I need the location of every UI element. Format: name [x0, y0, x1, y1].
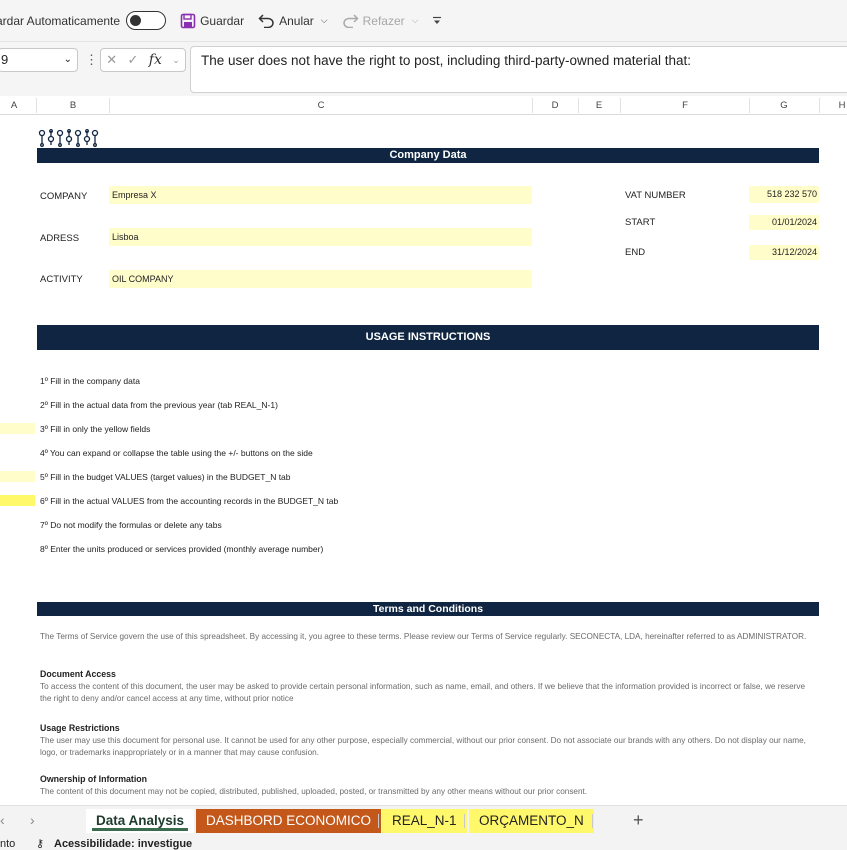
sheet-tab-orcamento-n[interactable]: ORÇAMENTO_N: [469, 809, 594, 833]
sheet-tab-label: ORÇAMENTO_N: [479, 813, 584, 828]
scroll-tabs-left-icon[interactable]: ‹: [0, 812, 5, 828]
company-data-header: Company Data: [37, 148, 819, 163]
sheet-tab-label: DASHBORD ECONOMICO: [206, 813, 372, 828]
instruction-item: 2º Fill in the actual data from the prev…: [40, 400, 278, 410]
address-label: ADRESS: [40, 233, 80, 244]
scroll-tabs-right-icon[interactable]: ›: [30, 812, 35, 828]
undo-dropdown-icon[interactable]: ⌵: [321, 15, 328, 26]
sheet-tab-data-analysis[interactable]: Data Analysis: [86, 809, 195, 833]
formula-bar-area: 9 ⌄ ⋮ ✕ ✓ fx ⌄ The user does not have th…: [0, 42, 847, 96]
formula-input[interactable]: The user does not have the right to post…: [190, 46, 847, 93]
instruction-item: 4º You can expand or collapse the table …: [40, 448, 313, 458]
tab-divider: [464, 814, 465, 828]
formula-expand-icon[interactable]: ⌄: [172, 55, 180, 66]
status-bar: nto ⚷ Acessibilidade: investigue: [0, 835, 847, 850]
instruction-item: 8º Enter the units produced or services …: [40, 544, 324, 554]
customize-toolbar-button[interactable]: [432, 16, 446, 26]
formula-controls: ✕ ✓ fx ⌄: [100, 48, 186, 72]
sheet-tab-real-n-1[interactable]: REAL_N-1: [382, 809, 467, 833]
column-header-a[interactable]: A: [11, 100, 17, 111]
yellow-marker: [0, 495, 35, 506]
usage-restrictions-text: The user may use this document for perso…: [40, 736, 806, 757]
instruction-item: 1º Fill in the company data: [40, 376, 140, 386]
autosave-toggle[interactable]: [126, 11, 167, 30]
tab-divider: [592, 814, 593, 828]
company-label: COMPANY: [40, 191, 88, 202]
customize-icon: [433, 16, 442, 24]
terms-intro: The Terms of Service govern the use of t…: [40, 632, 807, 641]
usage-instructions-header: USAGE INSTRUCTIONS: [37, 325, 819, 350]
undo-icon: [258, 14, 274, 28]
sheet-tabs-bar: ‹ › Data Analysis DASHBORD ECONOMICO REA…: [0, 805, 847, 835]
instruction-item: 5º Fill in the budget VALUES (target val…: [40, 472, 291, 482]
insert-function-icon[interactable]: fx: [149, 52, 162, 68]
activity-label: ACTIVITY: [40, 274, 83, 285]
company-logo-icon: [38, 129, 99, 147]
undo-button[interactable]: Anular ⌵: [258, 13, 328, 28]
column-header-e[interactable]: E: [596, 100, 602, 111]
toggle-knob: [130, 14, 142, 26]
column-header-d[interactable]: D: [552, 100, 559, 111]
sheet-tab-dashbord-economico[interactable]: DASHBORD ECONOMICO: [196, 809, 382, 833]
sheet-tab-label: Data Analysis: [96, 813, 185, 828]
vat-cell[interactable]: 518 232 570: [749, 186, 819, 203]
check-icon[interactable]: ✓: [127, 52, 138, 68]
chevron-down-icon[interactable]: ⌄: [64, 49, 72, 71]
end-label: END: [625, 247, 646, 258]
redo-icon: [342, 14, 359, 28]
cancel-icon[interactable]: ✕: [106, 52, 117, 68]
autosave-label: ardar Automaticamente: [0, 13, 121, 28]
accessibility-status[interactable]: Acessibilidade: investigue: [54, 838, 192, 850]
instruction-item: 6º Fill in the actual VALUES from the ac…: [40, 496, 339, 506]
column-header-g[interactable]: G: [780, 100, 787, 111]
column-header-c[interactable]: C: [318, 100, 325, 111]
sheet-tab-label: REAL_N-1: [392, 813, 457, 828]
usage-restrictions-title: Usage Restrictions: [40, 723, 120, 733]
tab-divider: [378, 814, 379, 828]
activity-cell[interactable]: OIL COMPANY: [109, 270, 532, 288]
active-tab-underline: [92, 828, 189, 831]
terms-header: Terms and Conditions: [37, 602, 819, 616]
address-cell[interactable]: Lisboa: [109, 228, 532, 246]
accessibility-icon[interactable]: ⚷: [36, 837, 44, 850]
save-label: Guardar: [200, 13, 245, 28]
vat-label: VAT NUMBER: [625, 190, 686, 201]
more-options-icon[interactable]: ⋮: [85, 52, 98, 68]
save-icon: [180, 13, 196, 28]
redo-label: Refazer: [362, 13, 405, 28]
instruction-item: 7º Do not modify the formulas or delete …: [40, 520, 222, 530]
instruction-item: 3º Fill in only the yellow fields: [40, 424, 151, 434]
undo-label: Anular: [279, 13, 314, 28]
end-date-cell[interactable]: 31/12/2024: [749, 245, 819, 260]
column-header-f[interactable]: F: [682, 100, 688, 111]
save-button[interactable]: Guardar: [180, 13, 244, 29]
worksheet-grid[interactable]: Company Data COMPANY Empresa X ADRESS Li…: [0, 115, 847, 805]
ownership-title: Ownership of Information: [40, 774, 148, 784]
name-box-value: 9: [1, 52, 9, 67]
column-header-b[interactable]: B: [70, 100, 76, 111]
start-label: START: [625, 217, 656, 228]
document-access-title: Document Access: [40, 669, 116, 679]
column-header-h[interactable]: H: [839, 100, 846, 111]
company-name-cell[interactable]: Empresa X: [109, 186, 532, 204]
document-access-text: To access the content of this document, …: [40, 682, 806, 703]
excel-window: ardar Automaticamente Guardar Anular ⌵ R…: [0, 0, 847, 850]
quick-access-toolbar: ardar Automaticamente Guardar Anular ⌵ R…: [0, 0, 847, 42]
add-sheet-icon[interactable]: +: [633, 810, 644, 831]
ownership-text: The content of this document may not be …: [40, 787, 588, 796]
status-mode-text: nto: [0, 838, 16, 850]
yellow-marker: [0, 471, 35, 482]
autosave-group: ardar Automaticamente: [0, 11, 167, 30]
name-box[interactable]: 9 ⌄: [0, 48, 78, 72]
redo-dropdown-icon[interactable]: ⌵: [412, 15, 419, 26]
column-headers: A B C D E F G H: [0, 96, 847, 115]
redo-button[interactable]: Refazer ⌵: [342, 13, 419, 28]
yellow-marker: [0, 423, 35, 434]
start-date-cell[interactable]: 01/01/2024: [749, 215, 819, 230]
